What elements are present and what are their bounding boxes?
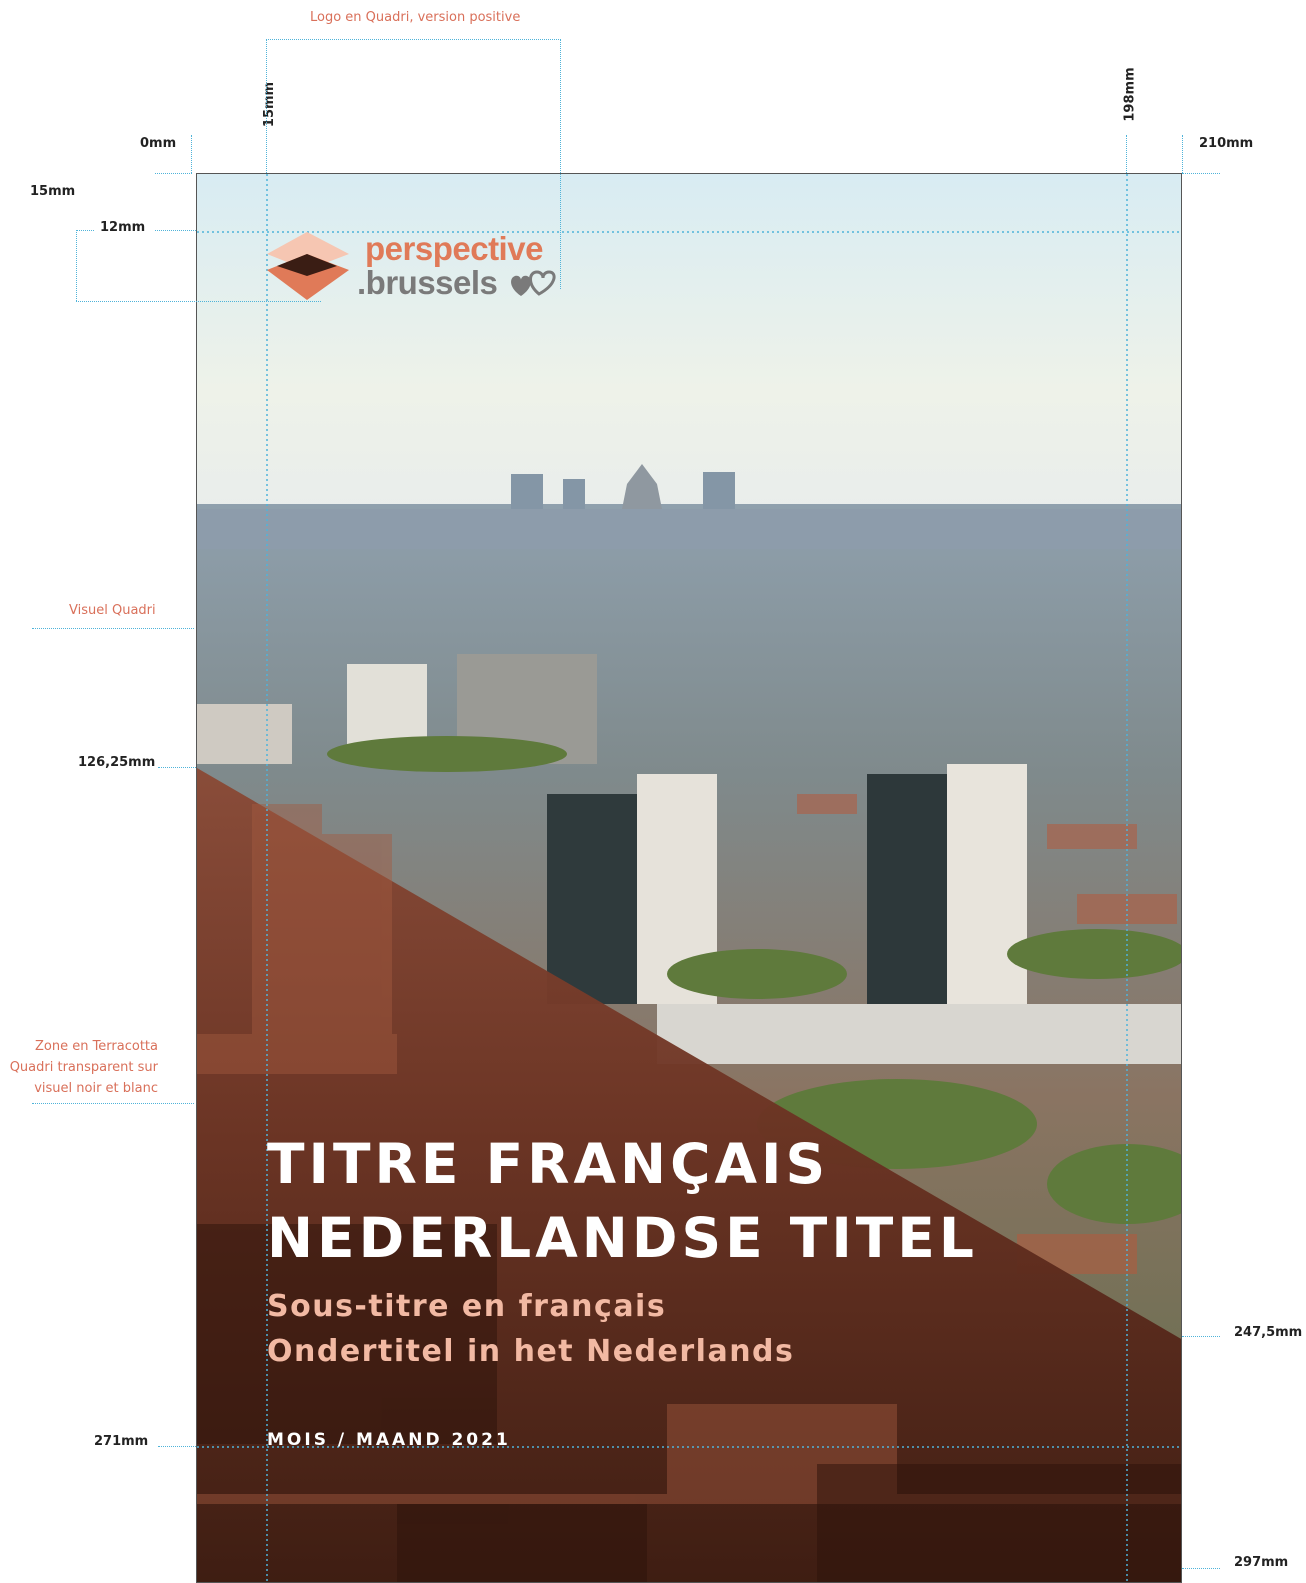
guide-logo-top — [266, 39, 561, 40]
dim-297mm: 297mm — [1234, 1555, 1289, 1570]
logo-diamond-icon — [267, 232, 349, 300]
title-french: TITRE FRANÇAIS — [267, 1132, 830, 1196]
visual-annotation: Visuel Quadri — [69, 603, 156, 618]
dim-210mm: 210mm — [1199, 136, 1254, 151]
subtitle-french: Sous-titre en français — [267, 1289, 667, 1324]
dim-15mm-margin: 15mm — [30, 184, 76, 199]
guide-12mm-left — [76, 230, 77, 301]
dim-15mm-vertical: 15mm — [262, 81, 278, 128]
guide-12mm-bottom — [76, 301, 321, 302]
dim-198mm-vertical: 198mm — [1122, 67, 1138, 122]
dim-247mm: 247,5mm — [1234, 1325, 1303, 1340]
guide-0mm-tick — [155, 173, 192, 174]
guide-visual — [32, 628, 194, 629]
guide-271mm — [158, 1446, 196, 1447]
dim-126mm: 126,25mm — [78, 755, 156, 770]
cover-visual — [197, 174, 1181, 1582]
zone-annotation: Zone en Terracotta Quadri transparent su… — [0, 1036, 158, 1099]
dim-0mm: 0mm — [140, 136, 177, 151]
guide-zone — [32, 1103, 194, 1104]
logo-hearts-icon — [511, 270, 556, 296]
logo-word-perspective: perspective — [365, 230, 543, 267]
guide-15mm-line — [155, 230, 196, 231]
logo-word-brussels: .brussels — [357, 264, 498, 301]
dim-271mm: 271mm — [94, 1434, 149, 1449]
guide-210mm — [1182, 135, 1183, 173]
zone-annotation-line-2: Quadri transparent sur — [9, 1060, 158, 1075]
guide-0mm — [191, 135, 192, 173]
guide-210mm-tick — [1182, 173, 1220, 174]
zone-annotation-line-3: visuel noir et blanc — [34, 1081, 158, 1096]
zone-annotation-line-1: Zone en Terracotta — [34, 1039, 158, 1054]
sky — [197, 174, 1181, 534]
logo-annotation: Logo en Quadri, version positive — [310, 10, 521, 25]
guide-247mm — [1182, 1336, 1220, 1337]
guide-297mm — [1182, 1568, 1220, 1569]
cover-page: perspective .brussels TITRE FRANÇAIS NED… — [196, 173, 1182, 1583]
guide-126mm — [158, 767, 196, 768]
title-dutch: NEDERLANDSE TITEL — [267, 1206, 978, 1270]
subtitle-dutch: Ondertitel in het Nederlands — [267, 1334, 795, 1369]
guide-logo-right — [560, 39, 561, 289]
guide-198mm — [1126, 135, 1127, 173]
guide-logo-left — [266, 39, 267, 173]
dim-12mm: 12mm — [100, 220, 146, 235]
guide-12mm-top — [76, 230, 94, 231]
publication-date: MOIS / MAAND 2021 — [267, 1430, 511, 1450]
